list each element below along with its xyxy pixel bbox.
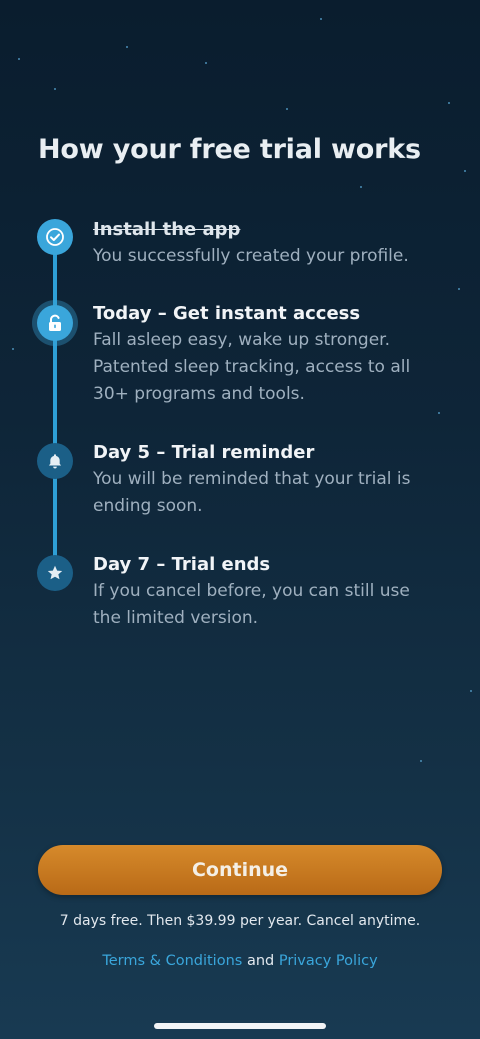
bell-icon	[37, 443, 73, 479]
legal-links: Terms & Conditions and Privacy Policy	[0, 953, 480, 969]
continue-button[interactable]: Continue	[38, 845, 442, 895]
star-dot	[458, 288, 460, 290]
star-dot	[448, 102, 450, 104]
star-dot	[126, 46, 128, 48]
page-title: How your free trial works	[38, 134, 421, 165]
step-title: Day 5 – Trial reminder	[93, 442, 315, 463]
star-dot	[464, 170, 466, 172]
home-indicator[interactable]	[154, 1023, 326, 1029]
and-text: and	[246, 953, 275, 969]
timeline-step-install: Install the app You successfully created…	[93, 217, 423, 270]
star-icon	[37, 555, 73, 591]
star-dot	[18, 58, 20, 60]
star-dot	[205, 62, 207, 64]
pricing-text: 7 days free. Then $39.99 per year. Cance…	[59, 913, 421, 929]
star-dot	[360, 186, 362, 188]
check-icon	[37, 219, 73, 255]
step-description: You successfully created your profile.	[93, 246, 409, 266]
star-dot	[54, 88, 56, 90]
star-dot	[420, 760, 422, 762]
privacy-link[interactable]: Privacy Policy	[279, 953, 378, 969]
step-description: If you cancel before, you can still use …	[93, 581, 410, 628]
star-dot	[438, 412, 440, 414]
timeline-step-trial-ends: Day 7 – Trial ends If you cancel before,…	[93, 552, 423, 632]
timeline-step-reminder: Day 5 – Trial reminder You will be remin…	[93, 440, 423, 520]
star-dot	[286, 108, 288, 110]
step-description: Fall asleep easy, wake up stronger. Pate…	[93, 330, 411, 404]
timeline-progress-line	[53, 236, 57, 572]
star-dot	[12, 348, 14, 350]
step-title: Today – Get instant access	[93, 303, 361, 324]
star-dot	[320, 18, 322, 20]
terms-link[interactable]: Terms & Conditions	[102, 953, 242, 969]
star-dot	[470, 690, 472, 692]
step-title: Day 7 – Trial ends	[93, 554, 271, 575]
step-title: Install the app	[93, 219, 241, 240]
timeline-step-today: Today – Get instant access Fall asleep e…	[93, 301, 423, 408]
unlock-icon	[37, 305, 73, 341]
step-description: You will be reminded that your trial is …	[93, 469, 411, 516]
